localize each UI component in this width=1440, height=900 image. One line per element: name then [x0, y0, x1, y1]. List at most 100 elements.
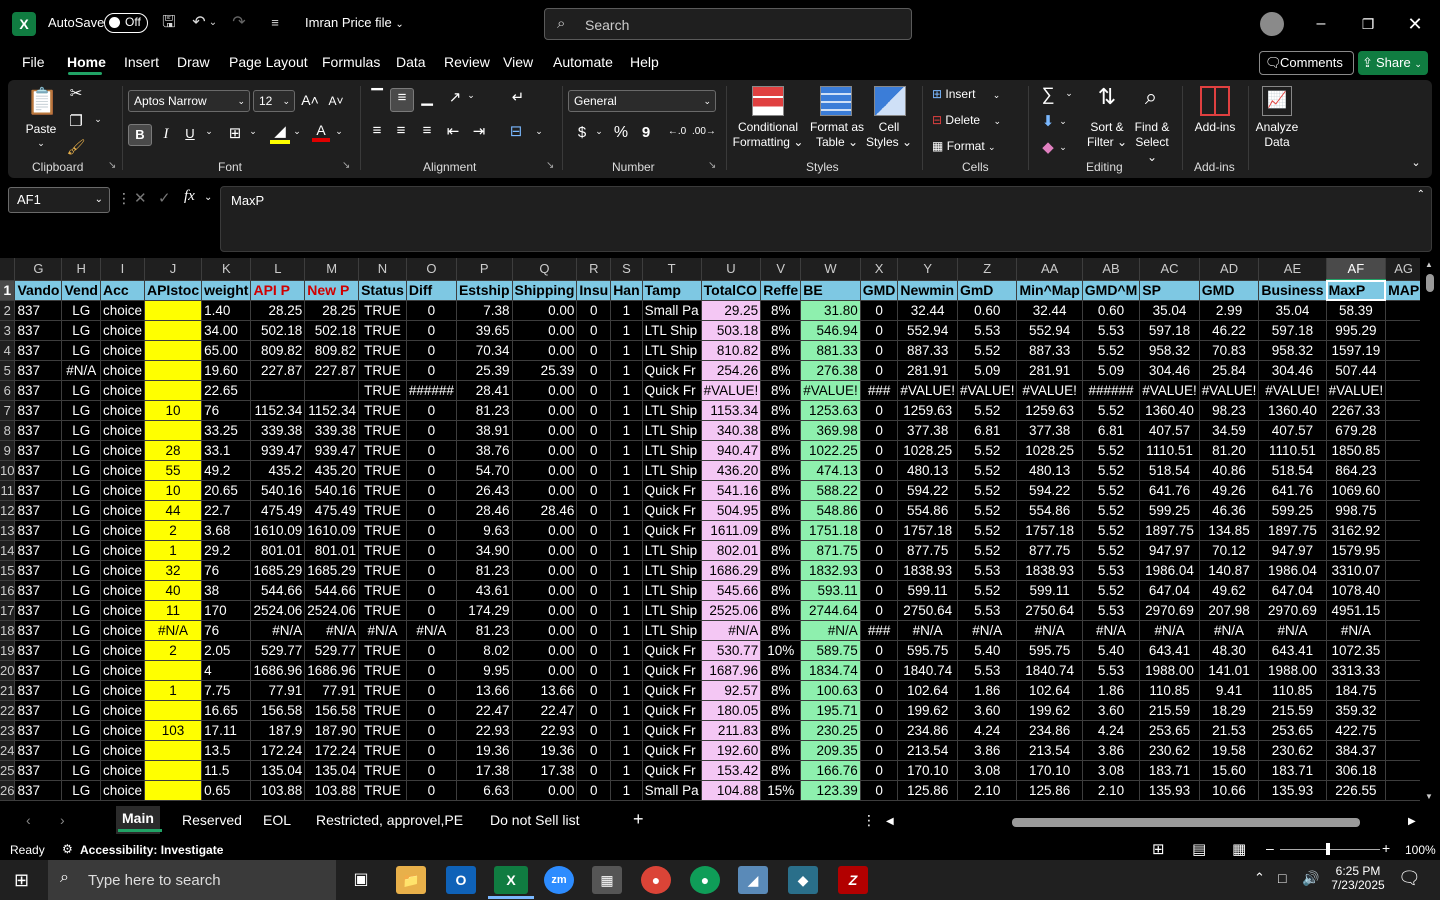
align-middle-icon[interactable]: ≡	[390, 88, 414, 112]
cell-ac[interactable]: 647.04	[1139, 580, 1200, 601]
worksheet-grid[interactable]: G H I J K L M N O P Q R S T U V W X Y Z AA AB AC AD AE AF AG 1 Vand…	[0, 258, 1420, 806]
cell-h[interactable]: LG	[61, 460, 101, 481]
enter-icon[interactable]: ✓	[158, 189, 171, 207]
cell-ae[interactable]: 1360.40	[1258, 400, 1327, 421]
cell-ag[interactable]	[1385, 600, 1420, 621]
cell-q[interactable]: 22.47	[512, 700, 578, 721]
cell-h[interactable]: LG	[61, 720, 101, 741]
number-format-select[interactable]: General ⌄	[568, 90, 716, 112]
cell-h[interactable]: LG	[61, 540, 101, 561]
cell-ag[interactable]	[1385, 380, 1420, 401]
tab-insert[interactable]: Insert	[124, 54, 159, 70]
cell-ag[interactable]	[1385, 440, 1420, 461]
cell-ab[interactable]: 5.52	[1082, 540, 1141, 561]
row-header[interactable]: 16	[0, 580, 16, 601]
cell-ac[interactable]: 135.93	[1139, 780, 1200, 801]
header-cell-ae[interactable]: Business	[1258, 280, 1327, 301]
cell-w[interactable]: 589.75	[800, 640, 861, 661]
cell-ad[interactable]: 10.66	[1199, 780, 1260, 801]
tray-chevron-icon[interactable]: ⌃	[1254, 870, 1265, 886]
cell-q[interactable]: 0.00	[512, 620, 578, 641]
cell-p[interactable]: 70.34	[456, 340, 513, 361]
cell-ag[interactable]	[1385, 620, 1420, 641]
cell-ad[interactable]: 98.23	[1199, 400, 1260, 421]
cell-w[interactable]: 881.33	[800, 340, 861, 361]
cell-af[interactable]: 3313.33	[1326, 660, 1387, 681]
customize-qat-icon[interactable]: ≡	[264, 12, 286, 34]
cell-r[interactable]: 0	[576, 700, 612, 721]
cell-q[interactable]: 19.36	[512, 740, 578, 761]
cell-af[interactable]: 3162.92	[1326, 520, 1387, 541]
column-header-g[interactable]: G	[14, 258, 63, 281]
cell-u[interactable]: #N/A	[701, 620, 762, 641]
cell-ag[interactable]	[1385, 420, 1420, 441]
cell-af[interactable]: 384.37	[1326, 740, 1387, 761]
cell-o[interactable]: 0	[406, 700, 457, 721]
cell-aa[interactable]: 213.54	[1016, 740, 1083, 761]
cell-u[interactable]: 503.18	[701, 320, 762, 341]
sheet-tab-do-not-sell[interactable]: Do not Sell list	[490, 812, 579, 828]
cell-ad[interactable]: 140.87	[1199, 560, 1260, 581]
cell-g[interactable]: 837	[14, 520, 63, 541]
cell-u[interactable]: 153.42	[701, 760, 762, 781]
column-header-s[interactable]: S	[610, 258, 643, 281]
cell-p[interactable]: 38.76	[456, 440, 513, 461]
cell-ab[interactable]: 5.52	[1082, 460, 1141, 481]
cell-z[interactable]: 3.60	[957, 700, 1018, 721]
cell-k[interactable]: 1.40	[201, 300, 252, 321]
tab-page-layout[interactable]: Page Layout	[229, 54, 308, 70]
cell-af[interactable]: 1072.35	[1326, 640, 1387, 661]
cell-x[interactable]: 0	[860, 680, 899, 701]
cell-z[interactable]: 5.52	[957, 440, 1018, 461]
cell-ag[interactable]	[1385, 360, 1420, 381]
cell-af[interactable]: 679.28	[1326, 420, 1387, 441]
cell-z[interactable]: 5.52	[957, 340, 1018, 361]
cancel-icon[interactable]: ✕	[134, 189, 147, 207]
format-cells-button[interactable]: ▦ Format ⌄	[932, 139, 1022, 155]
next-sheet-icon[interactable]: ›	[60, 812, 65, 828]
clear-icon[interactable]: ◆	[1038, 138, 1058, 156]
cell-ab[interactable]: 5.53	[1082, 560, 1141, 581]
cell-g[interactable]: 837	[14, 360, 63, 381]
cell-ab[interactable]: 5.09	[1082, 360, 1141, 381]
notifications-icon[interactable]: 🗨	[1398, 868, 1421, 889]
cell-ab[interactable]: 5.52	[1082, 400, 1141, 421]
cell-v[interactable]: 8%	[760, 460, 802, 481]
network-icon[interactable]: □	[1278, 870, 1286, 886]
cell-z[interactable]: 5.52	[957, 400, 1018, 421]
cell-ad[interactable]: 2.99	[1199, 300, 1260, 321]
cell-p[interactable]: 81.23	[456, 560, 513, 581]
cell-g[interactable]: 837	[14, 380, 63, 401]
row-header[interactable]: 5	[0, 360, 16, 381]
cell-ae[interactable]: 958.32	[1258, 340, 1327, 361]
row-header[interactable]: 7	[0, 400, 16, 421]
decrease-decimal-icon[interactable]: .00→	[692, 126, 716, 137]
cell-o[interactable]: 0	[406, 760, 457, 781]
cell-i[interactable]: choice	[100, 540, 145, 561]
header-cell-v[interactable]: Reffe	[760, 280, 802, 301]
cell-v[interactable]: 8%	[760, 580, 802, 601]
cell-l[interactable]: 172.24	[250, 740, 306, 761]
cell-m[interactable]: 809.82	[304, 340, 360, 361]
cell-ae[interactable]: 230.62	[1258, 740, 1327, 761]
cell-w[interactable]: 195.71	[800, 700, 861, 721]
cell-ae[interactable]: 641.76	[1258, 480, 1327, 501]
autosave-toggle[interactable]: Off	[104, 13, 148, 33]
cell-s[interactable]: 1	[610, 760, 643, 781]
cell-p[interactable]: 22.93	[456, 720, 513, 741]
cell-s[interactable]: 1	[610, 440, 643, 461]
cell-h[interactable]: LG	[61, 620, 101, 641]
cell-k[interactable]: 33.1	[201, 440, 252, 461]
merge-center-icon[interactable]: ⊟	[506, 122, 526, 140]
cell-w[interactable]: 276.38	[800, 360, 861, 381]
cell-v[interactable]: 8%	[760, 420, 802, 441]
cell-x[interactable]: 0	[860, 360, 899, 381]
cell-n[interactable]: TRUE	[358, 460, 407, 481]
header-cell-ac[interactable]: SP	[1139, 280, 1200, 301]
tab-formulas[interactable]: Formulas	[322, 54, 380, 70]
cell-j[interactable]	[144, 740, 203, 761]
header-cell-m[interactable]: New P	[304, 280, 360, 301]
autosum-icon[interactable]: ∑	[1038, 84, 1058, 105]
header-cell-p[interactable]: Estship	[456, 280, 513, 301]
cell-u[interactable]: 29.25	[701, 300, 762, 321]
